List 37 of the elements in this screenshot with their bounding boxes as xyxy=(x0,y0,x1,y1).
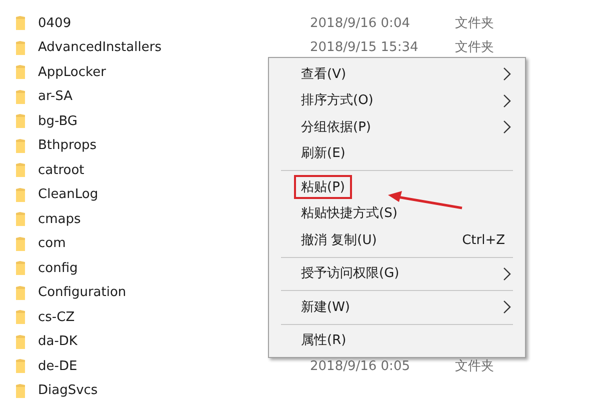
menu-item[interactable]: 新建(W) xyxy=(301,298,350,317)
folder-icon xyxy=(16,310,25,324)
menu-item[interactable]: 排序方式(O) xyxy=(301,91,374,110)
folder-icon xyxy=(16,16,25,30)
folder-icon xyxy=(16,236,25,251)
folder-icon xyxy=(16,359,25,374)
folder-icon xyxy=(16,286,25,300)
menu-item[interactable]: 刷新(E) xyxy=(301,144,346,164)
folder-name[interactable]: 0409 xyxy=(38,14,310,33)
modified-date: 2018/9/15 15:34 xyxy=(310,39,420,57)
menu-item[interactable]: 粘贴快捷方式(S) xyxy=(301,204,398,224)
menu-item[interactable]: 粘贴(P) xyxy=(294,175,352,200)
folder-icon xyxy=(16,212,25,226)
folder-icon xyxy=(16,138,25,153)
folder-name[interactable]: de-DE xyxy=(38,356,310,376)
folder-icon xyxy=(16,261,25,276)
file-type: 文件夹 xyxy=(455,358,494,376)
folder-icon xyxy=(16,163,25,178)
folder-name[interactable]: AdvancedInstallers xyxy=(38,38,310,58)
modified-date: 2018/9/16 0:05 xyxy=(310,358,411,376)
folder-icon xyxy=(16,40,25,55)
menu-item[interactable]: 查看(V) xyxy=(301,64,346,84)
folder-name[interactable]: DiagSvcs xyxy=(38,381,310,400)
modified-date: 2018/9/16 0:04 xyxy=(310,14,411,32)
folder-icon xyxy=(16,65,25,80)
file-type: 文件夹 xyxy=(455,39,494,57)
menu-item[interactable]: 分组依据(P) xyxy=(301,118,371,137)
shortcut-text: Ctrl+Z xyxy=(462,232,505,250)
folder-icon xyxy=(16,114,25,128)
menu-item[interactable]: 属性(R) xyxy=(301,331,346,350)
file-type: 文件夹 xyxy=(455,14,494,32)
folder-icon xyxy=(16,90,25,104)
menu-item[interactable]: 授予访问权限(G) xyxy=(301,264,400,284)
folder-icon xyxy=(16,188,25,202)
folder-icon xyxy=(16,384,25,398)
folder-icon xyxy=(16,334,25,349)
menu-item[interactable]: 撤消 复制(U) xyxy=(301,230,377,250)
